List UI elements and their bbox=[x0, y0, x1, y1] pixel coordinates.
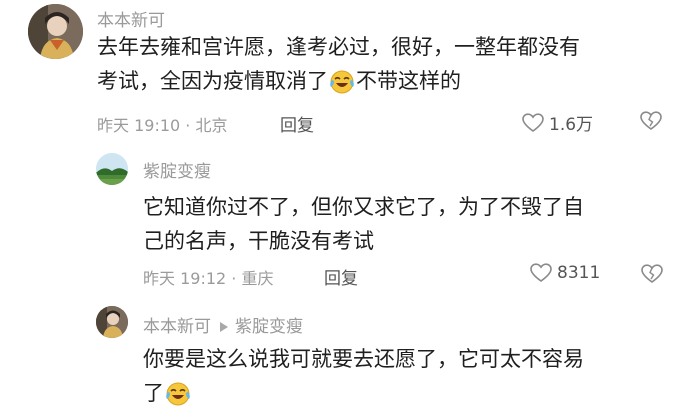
comment-text: 去年去雍和宫许愿，逢考必过，很好，一整年都没有 考试，全因为疫情取消了 不带这样… bbox=[97, 30, 580, 98]
comment-time-location: 昨天 19:10 · 北京 bbox=[97, 116, 228, 135]
broken-heart-icon bbox=[641, 264, 663, 283]
subreply-text-line-1: 你要是这么说我可就要去还愿了，它可太不容易 bbox=[143, 347, 584, 371]
subreply-username[interactable]: 本本新可 bbox=[143, 317, 211, 337]
heart-outline-icon bbox=[522, 112, 544, 132]
reply-time-location: 昨天 19:12 · 重庆 bbox=[143, 269, 274, 288]
comment-text-line-2-end: 不带这样的 bbox=[356, 69, 461, 93]
like-button[interactable]: 1.6万 bbox=[522, 110, 593, 135]
comment-text-line-1: 去年去雍和宫许愿，逢考必过，很好，一整年都没有 bbox=[97, 35, 580, 59]
avatar[interactable] bbox=[96, 306, 128, 338]
reply-text: 它知道你过不了，但你又求它了，为了不毁了自 己的名声，干脆没有考试 bbox=[143, 190, 584, 258]
like-count: 8311 bbox=[557, 263, 601, 283]
subreply-header: 本本新可 紫腚变瘦 bbox=[143, 312, 303, 337]
subreply-reply-to[interactable]: 紫腚变瘦 bbox=[235, 317, 303, 337]
reply-username[interactable]: 紫腚变瘦 bbox=[143, 157, 211, 182]
heart-outline-icon bbox=[530, 263, 552, 282]
reply-button[interactable]: 回复 bbox=[280, 111, 314, 136]
laughing-crying-emoji-icon bbox=[166, 382, 190, 406]
subreply-text: 你要是这么说我可就要去还愿了，它可太不容易 了 bbox=[143, 342, 584, 410]
like-button[interactable]: 8311 bbox=[530, 263, 600, 283]
avatar[interactable] bbox=[28, 4, 83, 59]
triangle-right-icon bbox=[220, 322, 228, 332]
reply-text-line-2: 己的名声，干脆没有考试 bbox=[143, 229, 374, 253]
reply-text-line-1: 它知道你过不了，但你又求它了，为了不毁了自 bbox=[143, 195, 584, 219]
dislike-button[interactable] bbox=[641, 264, 663, 288]
comment-username[interactable]: 本本新可 bbox=[97, 6, 165, 31]
avatar[interactable] bbox=[96, 153, 128, 185]
comment-text-line-2: 考试，全因为疫情取消了 bbox=[97, 69, 328, 93]
broken-heart-icon bbox=[640, 111, 662, 130]
comment-thread: 本本新可 去年去雍和宫许愿，逢考必过，很好，一整年都没有 考试，全因为疫情取消了… bbox=[0, 0, 690, 413]
dislike-button[interactable] bbox=[640, 111, 662, 135]
like-count: 1.6万 bbox=[549, 115, 594, 135]
subreply-text-line-2: 了 bbox=[143, 381, 164, 405]
reply-button[interactable]: 回复 bbox=[324, 264, 358, 289]
laughing-crying-emoji-icon bbox=[330, 70, 354, 94]
